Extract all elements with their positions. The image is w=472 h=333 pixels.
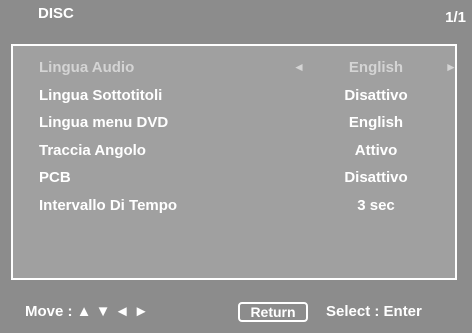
settings-menu-panel: Lingua Audio ◄ English ► Lingua Sottotit…: [11, 44, 457, 280]
footer-bar: Move : ▲ ▼ ◄ ► Return Select : Enter: [0, 293, 472, 333]
menu-row-lingua-menu-dvd[interactable]: Lingua menu DVD English: [13, 112, 455, 134]
menu-row-label: Lingua Sottotitoli: [39, 87, 163, 104]
menu-row-value: 3 sec: [357, 197, 395, 214]
menu-row-label: Intervallo Di Tempo: [39, 197, 178, 214]
return-button[interactable]: Return: [238, 302, 308, 322]
menu-row-label: PCB: [39, 169, 71, 186]
menu-row-value: English: [348, 114, 404, 131]
arrow-right-icon[interactable]: ►: [445, 60, 457, 74]
menu-row-value: English: [348, 59, 404, 76]
menu-row-label: Lingua Audio: [39, 59, 135, 76]
menu-row-value: Disattivo: [344, 169, 408, 186]
menu-row-traccia-angolo[interactable]: Traccia Angolo Attivo: [13, 140, 455, 162]
menu-row-label: Lingua menu DVD: [39, 114, 169, 131]
menu-row-lingua-sottotitoli[interactable]: Lingua Sottotitoli Disattivo: [13, 85, 455, 107]
page-indicator: 1/1: [445, 9, 466, 26]
menu-row-value: Attivo: [354, 142, 398, 159]
menu-row-lingua-audio[interactable]: Lingua Audio ◄ English ►: [13, 57, 457, 79]
title-bar: DISC 1/1: [0, 0, 472, 33]
menu-row-label: Traccia Angolo: [39, 142, 146, 159]
move-hint: Move : ▲ ▼ ◄ ►: [25, 303, 149, 320]
page-title: DISC: [38, 5, 74, 22]
menu-row-intervallo-di-tempo[interactable]: Intervallo Di Tempo 3 sec: [13, 195, 455, 217]
menu-row-value: Disattivo: [344, 87, 408, 104]
menu-row-pcb[interactable]: PCB Disattivo: [13, 167, 455, 189]
select-hint: Select : Enter: [326, 303, 422, 320]
